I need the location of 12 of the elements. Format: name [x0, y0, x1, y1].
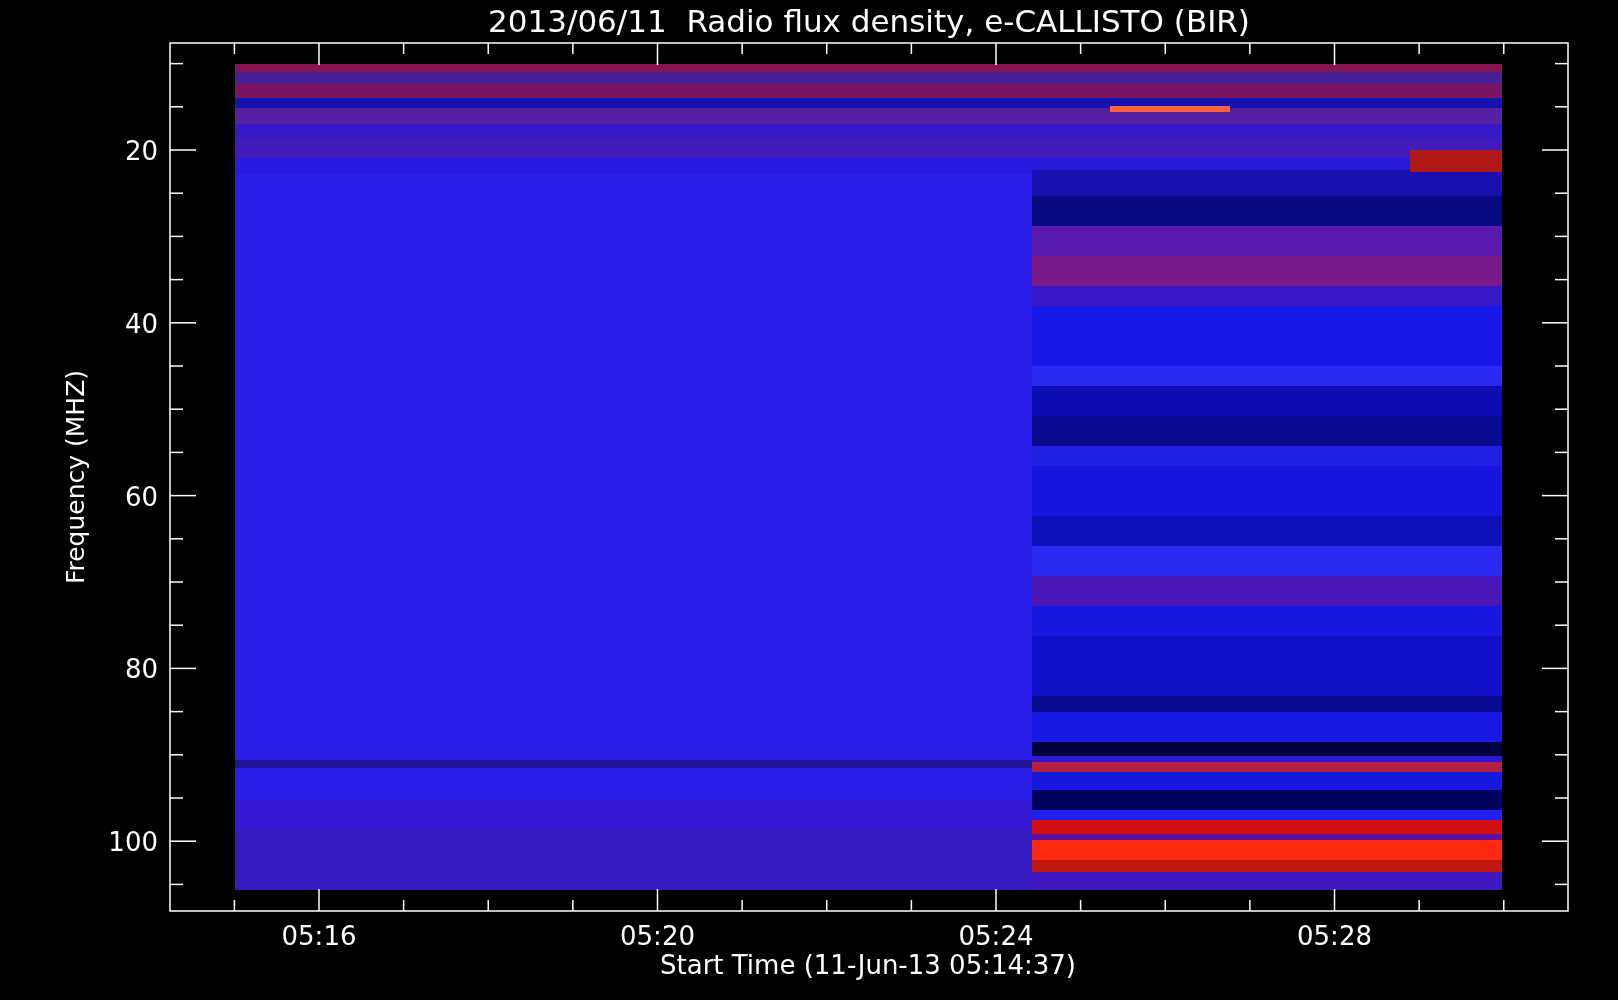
- y-tick-label: 100: [108, 827, 158, 858]
- chart-title: 2013/06/11 Radio flux density, e-CALLISTO (BIR): [488, 3, 1250, 39]
- x-tick-label: 05:24: [958, 921, 1034, 951]
- y-tick-label: 20: [124, 136, 158, 166]
- x-tick-label: 05:16: [281, 921, 357, 951]
- y-tick-label: 40: [124, 308, 158, 339]
- x-tick-label: 05:28: [1297, 921, 1372, 951]
- y-tick-label: 60: [124, 481, 158, 512]
- y-tick-label: 80: [124, 654, 158, 685]
- x-axis-label: Start Time (11-Jun-13 05:14:37): [660, 950, 1076, 980]
- x-tick-label: 05:20: [620, 921, 695, 951]
- y-axis-label: Frequency (MHZ): [61, 369, 90, 585]
